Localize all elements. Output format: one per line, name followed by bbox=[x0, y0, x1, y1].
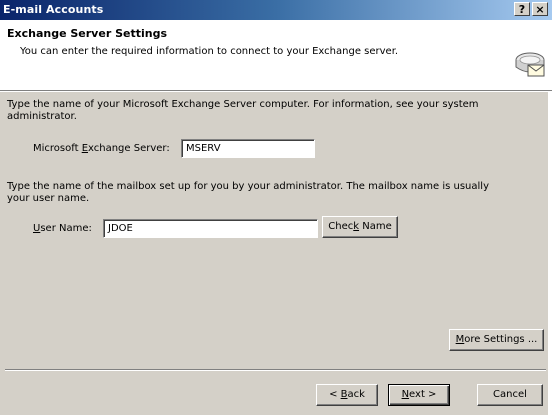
window-title: E-mail Accounts bbox=[3, 3, 104, 16]
title-bar[interactable]: E-mail Accounts ? × bbox=[0, 0, 552, 20]
user-name-label: User Name: bbox=[33, 223, 92, 234]
cancel-button[interactable]: Cancel bbox=[477, 384, 543, 406]
back-button[interactable]: < Back bbox=[316, 384, 378, 406]
user-name-input[interactable]: JDOE bbox=[103, 219, 318, 238]
next-button[interactable]: Next > bbox=[388, 384, 450, 406]
more-settings-button[interactable]: More Settings ... bbox=[449, 329, 544, 351]
header-separator-highlight bbox=[0, 91, 552, 92]
email-accounts-dialog: E-mail Accounts ? × Exchange Server Sett… bbox=[0, 0, 552, 416]
user-instructions-line1: Type the name of the mailbox set up for … bbox=[7, 181, 490, 192]
close-button[interactable]: × bbox=[532, 2, 548, 16]
server-instructions-line1: Type the name of your Microsoft Exchange… bbox=[7, 99, 479, 110]
user-instructions-line2: your user name. bbox=[7, 193, 90, 204]
exchange-server-input[interactable]: MSERV bbox=[181, 139, 315, 158]
server-instructions-line2: administrator. bbox=[7, 111, 77, 122]
help-button[interactable]: ? bbox=[514, 2, 530, 16]
footer-separator bbox=[5, 369, 546, 371]
check-name-button[interactable]: Check Name bbox=[322, 216, 398, 238]
exchange-server-label: Microsoft Exchange Server: bbox=[33, 143, 170, 154]
mail-server-icon bbox=[515, 52, 545, 77]
page-subtitle: You can enter the required information t… bbox=[20, 46, 399, 57]
page-title: Exchange Server Settings bbox=[7, 27, 167, 40]
